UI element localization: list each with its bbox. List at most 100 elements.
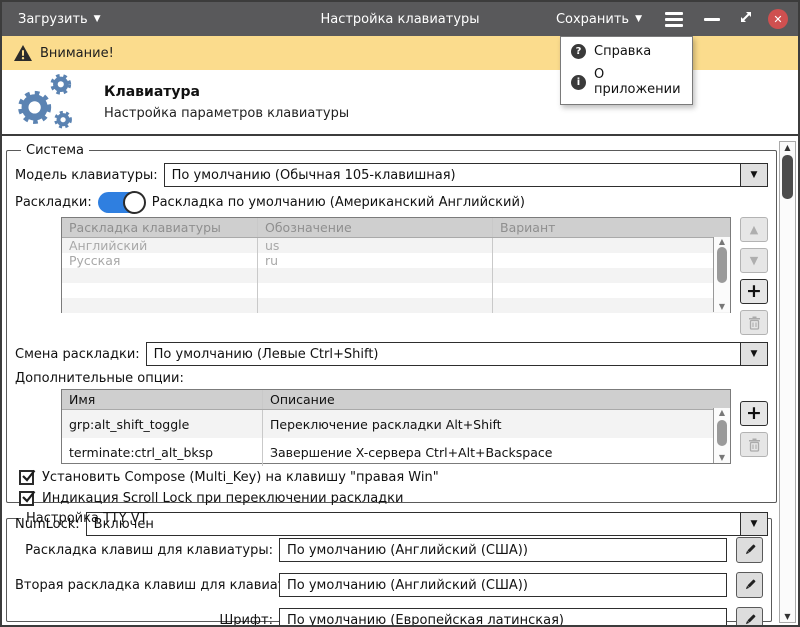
tty-font-label: Шрифт: [219,612,273,627]
compose-checkbox-row: Установить Compose (Multi_Key) на клавиш… [19,469,768,485]
numlock-value: Включен [93,516,154,532]
layouts-toggle-text: Раскладка по умолчанию (Американский Анг… [151,195,526,210]
layouts-table-header: Раскладка клавиатуры Обозначение Вариант [62,218,730,238]
hamburger-menu-icon[interactable] [662,9,686,30]
layout-switch-select[interactable]: По умолчанию (Левые Ctrl+Shift) ▼ [145,342,768,366]
column-header-layout: Раскладка клавиатуры [69,220,221,235]
tty-font-field[interactable]: По умолчанию (Европейская латинская) [279,608,727,625]
chevron-down-icon: ▼ [93,14,101,24]
trash-icon [748,316,760,330]
scrollbar-thumb[interactable] [717,420,727,446]
scroll-up-icon: ▲ [718,237,726,246]
system-group: Система Модель клавиатуры: По умолчанию … [6,143,777,536]
table-row-empty [62,268,730,283]
column-header-code: Обозначение [257,218,492,237]
arrow-down-icon: ▼ [749,254,759,267]
add-option-button[interactable]: + [740,401,768,426]
pencil-icon [745,614,755,625]
info-icon: i [571,74,586,90]
column-header-description: Описание [262,390,730,409]
keyboard-model-label: Модель клавиатуры: [15,167,158,183]
pencil-icon [745,544,755,555]
numlock-select[interactable]: Включен ▼ [85,512,768,536]
check-icon [22,469,36,482]
check-icon [22,490,36,503]
scroll-down-icon: ▼ [718,453,726,462]
maximize-button[interactable] [738,9,754,29]
delete-option-button[interactable] [740,432,768,457]
layouts-table-scrollbar[interactable]: ▲ ▼ [713,237,730,312]
plus-icon: + [746,402,762,424]
scrolllock-checkbox[interactable] [19,490,36,506]
save-dropdown-menu: ? Справка i О приложении [560,36,693,105]
tty-second-layout-field[interactable]: По умолчанию (Английский (США)) [279,573,727,597]
chevron-down-icon: ▼ [740,513,767,535]
trash-icon [748,438,760,452]
keyboard-model-value: По умолчанию (Обычная 105-клавишная) [171,167,456,183]
scrollbar-thumb[interactable] [717,247,727,283]
load-menu-button[interactable]: Загрузить ▼ [12,8,107,31]
layout-switch-label: Смена раскладки: [15,346,140,362]
default-layout-toggle[interactable] [97,191,146,214]
options-table-scrollbar[interactable]: ▲ ▼ [713,408,730,463]
edit-tty-layout-button[interactable] [736,537,763,563]
save-menu-button[interactable]: Сохранить ▼ [550,8,648,31]
options-table: Имя Описание grp:alt_shift_toggle Перекл… [61,389,731,466]
scrolllock-checkbox-label[interactable]: Индикация Scroll Lock при переключении р… [42,491,403,506]
menu-item-about[interactable]: i О приложении [561,63,692,101]
edit-tty-second-layout-button[interactable] [736,572,763,598]
app-window: Загрузить ▼ Настройка клавиатуры Сохрани… [0,0,800,627]
extra-options-label: Дополнительные опции: [15,371,184,386]
minimize-icon [704,17,720,21]
delete-layout-button[interactable] [740,310,768,335]
toggle-knob [122,191,146,214]
table-row[interactable]: Английский us [62,238,730,253]
menu-item-help[interactable]: ? Справка [561,40,692,63]
scroll-up-icon: ▲ [718,408,726,417]
table-row-empty [62,298,730,313]
keyboard-model-select[interactable]: По умолчанию (Обычная 105-клавишная) ▼ [163,163,768,187]
move-up-button[interactable]: ▲ [740,217,768,242]
table-row[interactable]: grp:alt_shift_toggle Переключение раскла… [62,410,730,438]
table-row-empty [62,283,730,298]
scroll-down-icon: ▼ [718,302,726,311]
tty-layout-field[interactable]: По умолчанию (Английский (США)) [279,538,727,562]
tty-group-legend: Настройка TTY VT [26,511,148,526]
scroll-down-icon[interactable]: ▼ [780,612,795,621]
close-button[interactable]: ✕ [768,9,788,29]
arrow-up-icon: ▲ [749,223,759,236]
close-icon: ✕ [773,12,783,26]
tty-second-layout-label: Вторая раскладка клавиш для клавиатуры: [15,577,316,593]
warning-text: Внимание! [40,45,114,61]
scrollbar-thumb[interactable] [782,155,793,199]
plus-icon: + [746,280,762,302]
help-icon: ? [571,44,586,59]
options-table-header: Имя Описание [62,390,730,410]
layouts-label: Раскладки: [15,195,92,210]
content-area: Система Модель клавиатуры: По умолчанию … [2,138,798,625]
system-group-legend: Система [26,143,85,158]
column-header-variant: Вариант [492,218,730,237]
column-header-name: Имя [69,392,96,407]
tty-layout-label: Раскладка клавиш для клавиатуры: [25,542,273,558]
warning-icon [14,45,32,61]
table-row[interactable]: Русская ru [62,253,730,268]
compose-checkbox-label[interactable]: Установить Compose (Multi_Key) на клавиш… [42,470,439,485]
keyboard-settings-gears-icon [18,73,72,129]
scrolllock-checkbox-row: Индикация Scroll Lock при переключении р… [19,490,768,506]
pencil-icon [745,579,755,590]
chevron-down-icon: ▼ [635,14,642,24]
chevron-down-icon: ▼ [740,343,767,365]
add-layout-button[interactable]: + [740,279,768,304]
main-scrollbar[interactable]: ▲ ▼ [779,141,796,623]
edit-tty-font-button[interactable] [736,607,763,625]
load-menu-label: Загрузить [18,11,88,27]
layouts-table: Раскладка клавиатуры Обозначение Вариант… [61,217,731,313]
scroll-up-icon[interactable]: ▲ [780,143,795,152]
compose-checkbox[interactable] [19,469,36,485]
menu-item-about-label: О приложении [594,67,681,97]
menu-item-help-label: Справка [594,44,652,59]
move-down-button[interactable]: ▼ [740,248,768,273]
table-row[interactable]: terminate:ctrl_alt_bksp Завершение X-сер… [62,438,730,466]
minimize-button[interactable] [700,17,724,21]
